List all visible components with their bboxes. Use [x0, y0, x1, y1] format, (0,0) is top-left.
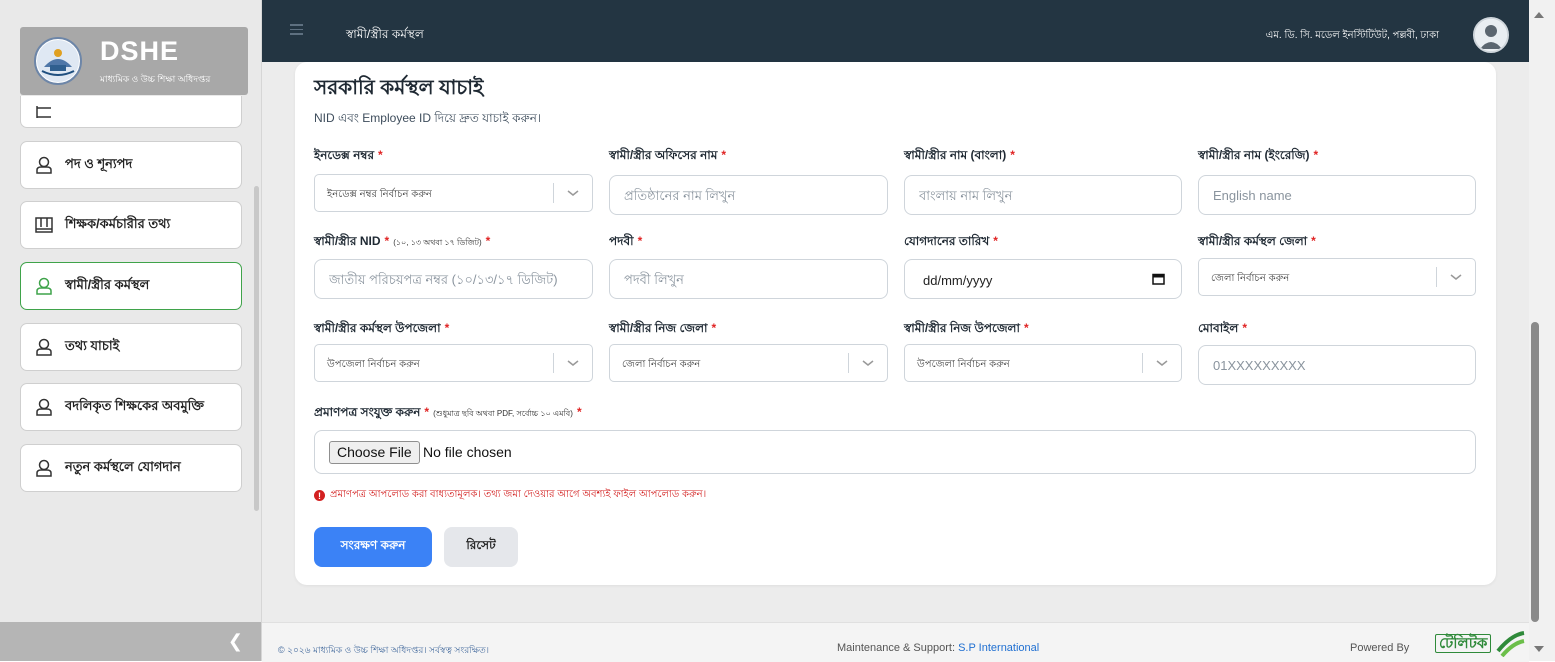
- sidebar-item-spouse-workplace[interactable]: স্বামী/স্ত্রীর কর্মস্থল: [20, 262, 242, 310]
- user-icon: [35, 155, 53, 175]
- scroll-down-icon[interactable]: [1534, 646, 1544, 652]
- alert-icon: !: [314, 490, 325, 501]
- footer: © ২০২৬ মাধ্যমিক ও উচ্চ শিক্ষা অধিদপ্তর। …: [262, 622, 1529, 662]
- maintenance-text: Maintenance & Support: S.P International: [837, 642, 1040, 654]
- nid-input[interactable]: [314, 259, 593, 299]
- topbar: স্বামী/স্ত্রীর কর্মস্থল এম. ডি. সি. মডেল…: [262, 0, 1529, 62]
- home-district-select[interactable]: জেলা নির্বাচন করুন: [609, 344, 888, 382]
- calendar-icon[interactable]: [1152, 273, 1165, 285]
- name-en-label: স্বামী/স্ত্রীর নাম (ইংরেজি) *: [1198, 148, 1319, 162]
- chevron-down-icon: [567, 360, 579, 366]
- user-icon: [35, 337, 53, 357]
- chevron-down-icon: [1156, 360, 1168, 366]
- reset-button[interactable]: রিসেট: [444, 527, 518, 567]
- name-en-input[interactable]: [1198, 175, 1476, 215]
- nid-label: স্বামী/স্ত্রীর NID * (১০, ১৩ অথবা ১৭ ডিজিট…: [314, 234, 491, 248]
- powered-by-text: Powered By: [1350, 642, 1410, 654]
- scroll-up-icon[interactable]: [1534, 12, 1544, 18]
- sidebar: DSHE মাধ্যমিক ও উচ্চ শিক্ষা অধিদপ্তর পদ …: [0, 0, 262, 661]
- brand-title: DSHE: [100, 36, 180, 66]
- home-upazila-label: স্বামী/স্ত্রীর নিজ উপজেলা *: [904, 321, 1029, 335]
- user-icon: [35, 276, 53, 296]
- sidebar-item-joining[interactable]: নতুন কর্মস্থলে যোগদান: [20, 444, 242, 492]
- sidebar-item-verify[interactable]: তথ্য যাচাই: [20, 323, 242, 371]
- upazila-label: স্বামী/স্ত্রীর কর্মস্থল উপজেলা *: [314, 321, 450, 335]
- institution-name: এম. ডি. সি. মডেল ইনস্টিটিউট, পল্লবী, ঢাক…: [1265, 30, 1439, 41]
- office-name-input[interactable]: [609, 175, 888, 215]
- page-title: স্বামী/স্ত্রীর কর্মস্থল: [346, 27, 424, 41]
- name-bn-input[interactable]: [904, 175, 1182, 215]
- index-select[interactable]: ইনডেক্স নম্বর নির্বাচন করুন: [314, 174, 593, 212]
- list-icon: [35, 102, 53, 122]
- sidebar-footer: ❮: [0, 622, 261, 661]
- scrollbar-thumb[interactable]: [1531, 322, 1539, 622]
- maintenance-link[interactable]: S.P International: [958, 642, 1039, 654]
- file-input[interactable]: Choose File No file chosen: [314, 430, 1476, 474]
- upazila-select[interactable]: উপজেলা নির্বাচন করুন: [314, 344, 593, 382]
- book-icon: [35, 215, 53, 235]
- form-title: সরকারি কর্মস্থল যাচাই: [314, 77, 484, 99]
- join-date-label: যোগদানের তারিখ *: [904, 234, 998, 248]
- sidebar-item-release[interactable]: বদলিকৃত শিক্ষকের অবমুক্তি: [20, 383, 242, 431]
- form-subtitle: NID এবং Employee ID দিয়ে দ্রুত যাচাই কর…: [314, 111, 542, 125]
- designation-input[interactable]: [609, 259, 888, 299]
- home-upazila-select[interactable]: উপজেলা নির্বাচন করুন: [904, 344, 1182, 382]
- user-icon: [35, 458, 53, 478]
- chevron-down-icon: [862, 360, 874, 366]
- copyright-text: © ২০২৬ মাধ্যমিক ও উচ্চ শিক্ষা অধিদপ্তর। …: [278, 645, 489, 655]
- brand-block[interactable]: DSHE মাধ্যমিক ও উচ্চ শিক্ষা অধিদপ্তর: [20, 27, 248, 95]
- choose-file-button[interactable]: Choose File: [329, 441, 420, 464]
- office-label: স্বামী/স্ত্রীর অফিসের নাম *: [609, 148, 727, 162]
- sidebar-item-label: পদ ও শূন্যপদ: [65, 155, 133, 171]
- mobile-input[interactable]: [1198, 345, 1476, 385]
- brand-subtitle: মাধ্যমিক ও উচ্চ শিক্ষা অধিদপ্তর: [100, 74, 211, 84]
- home-district-label: স্বামী/স্ত্রীর নিজ জেলা *: [609, 321, 717, 335]
- teletalk-logo: টেলিটক: [1435, 631, 1527, 659]
- avatar[interactable]: [1473, 17, 1509, 53]
- form-card: [295, 62, 1496, 585]
- sidebar-item-label: তথ্য যাচাই: [65, 337, 120, 353]
- sidebar-item-label: স্বামী/স্ত্রীর কর্মস্থল: [65, 276, 150, 292]
- save-button[interactable]: সংরক্ষণ করুন: [314, 527, 432, 567]
- upload-warning: ! প্রমাণপত্র আপলোড করা বাধ্যতামূলক। তথ্য…: [314, 487, 706, 504]
- mobile-label: মোবাইল *: [1198, 321, 1248, 335]
- sidebar-item-label: নতুন কর্মস্থলে যোগদান: [65, 458, 181, 474]
- name-bn-label: স্বামী/স্ত্রীর নাম (বাংলা) *: [904, 148, 1015, 162]
- join-date-input[interactable]: dd/mm/yyyy: [904, 259, 1182, 299]
- chevron-left-icon[interactable]: ❮: [228, 631, 243, 652]
- user-icon: [35, 397, 53, 417]
- sidebar-item-posts[interactable]: পদ ও শূন্যপদ: [20, 141, 242, 189]
- sidebar-item-label: বদলিকৃত শিক্ষকের অবমুক্তি: [65, 397, 205, 413]
- district-label: স্বামী/স্ত্রীর কর্মস্থল জেলা *: [1198, 234, 1316, 248]
- district-select[interactable]: জেলা নির্বাচন করুন: [1198, 258, 1476, 296]
- dshe-logo: [34, 37, 82, 85]
- attach-label: প্রমাণপত্র সংযুক্ত করুন * (শুধুমাত্র ছবি অ…: [314, 405, 582, 419]
- index-label: ইনডেক্স নম্বর *: [314, 148, 383, 162]
- sidebar-item-partial[interactable]: [20, 96, 242, 128]
- sidebar-item-label: শিক্ষক/কর্মচারীর তথ্য: [65, 215, 171, 231]
- sidebar-scrollbar[interactable]: [254, 186, 259, 511]
- chevron-down-icon: [1450, 274, 1462, 280]
- menu-icon[interactable]: [290, 24, 303, 38]
- file-status: No file chosen: [423, 444, 512, 460]
- chevron-down-icon: [567, 190, 579, 196]
- designation-label: পদবী *: [609, 234, 643, 248]
- sidebar-item-teacher-info[interactable]: শিক্ষক/কর্মচারীর তথ্য: [20, 201, 242, 249]
